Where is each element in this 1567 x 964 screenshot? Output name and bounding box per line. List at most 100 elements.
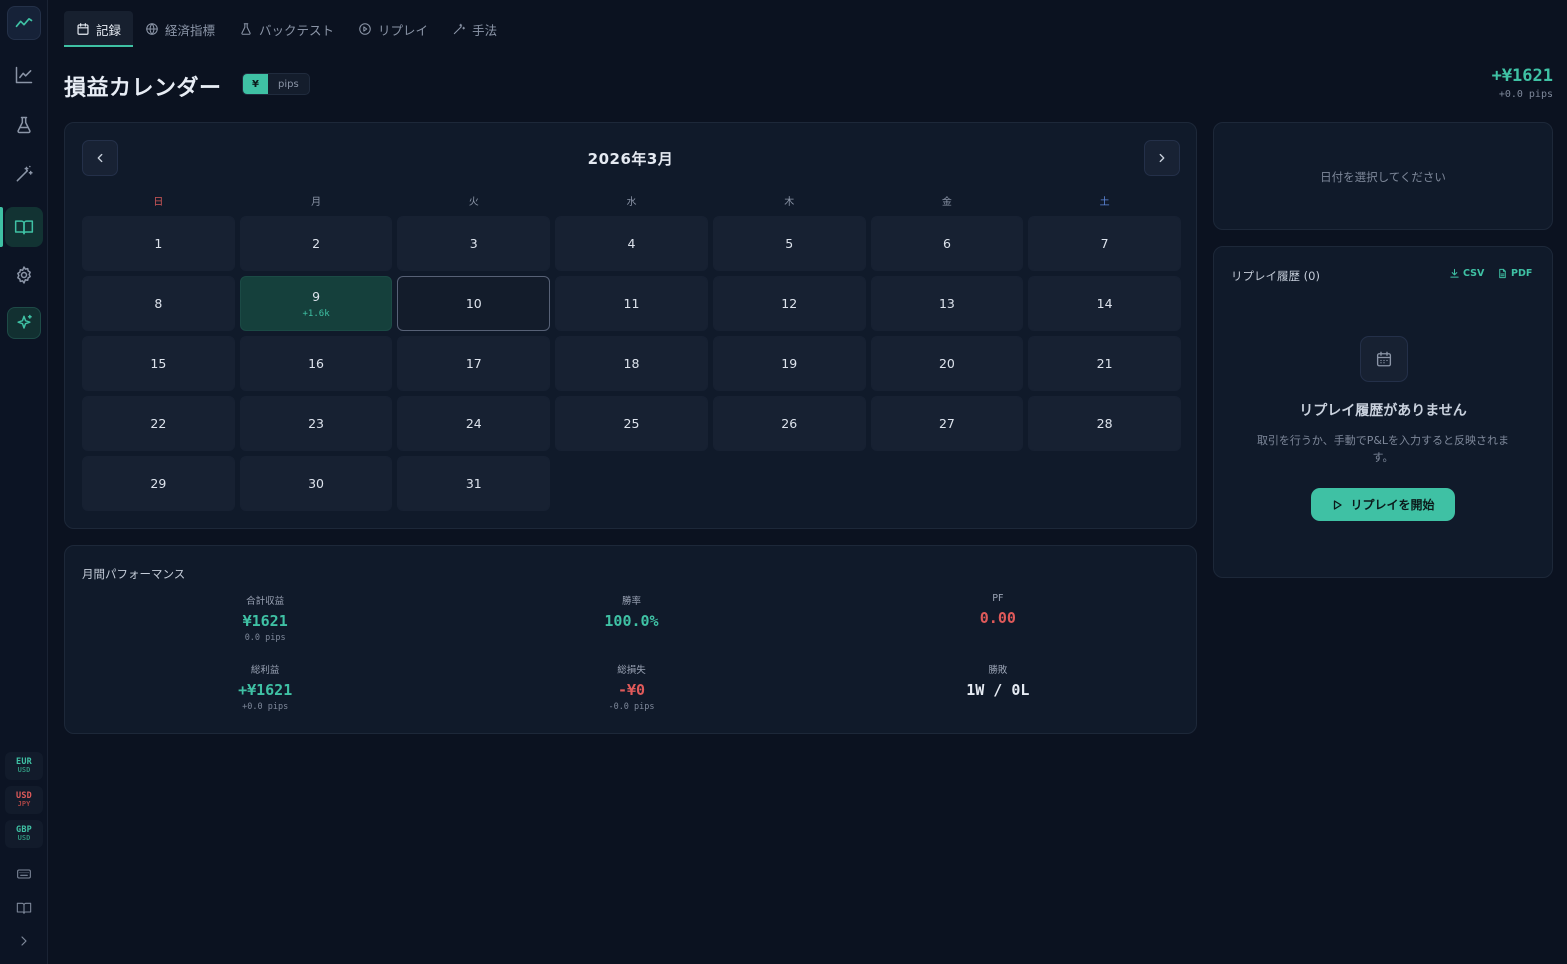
keyboard-icon[interactable] — [12, 862, 36, 886]
export-csv-label: CSV — [1463, 268, 1485, 279]
stat-label: 勝率 — [621, 596, 641, 607]
calendar-day[interactable]: 8 — [82, 276, 235, 331]
calendar-day[interactable]: 4 — [555, 216, 708, 271]
magic-wand-icon[interactable] — [7, 157, 41, 191]
calendar-day[interactable]: 18 — [555, 336, 708, 391]
calendar-day[interactable]: 22 — [82, 396, 235, 451]
journal-book-icon[interactable] — [5, 207, 43, 247]
page-title: 損益カレンダー — [64, 76, 222, 101]
calendar-day[interactable]: 30 — [239, 456, 393, 511]
line-chart-icon[interactable] — [7, 58, 41, 92]
chevron-right-icon — [1159, 153, 1165, 163]
day-number: 17 — [465, 356, 482, 371]
calendar-day[interactable]: 27 — [870, 396, 1024, 451]
pair-quote: JPY — [17, 800, 31, 809]
day-number: 9 — [312, 288, 321, 304]
calendar-day[interactable]: 7 — [1028, 216, 1181, 271]
top-tabs: 記録 経済指標 バックテスト リプレイ 手法 — [64, 11, 509, 47]
calendar-day[interactable]: 15 — [82, 336, 235, 391]
calendar-day[interactable]: 12 — [712, 276, 866, 331]
sparkle-icon[interactable] — [7, 307, 41, 339]
day-number: 3 — [469, 236, 478, 251]
globe-icon — [146, 23, 158, 35]
stat-block: PF 0.00 — [815, 593, 1181, 650]
weekday-label: 土 — [1099, 197, 1110, 208]
tab-backtest[interactable]: バックテスト — [227, 11, 346, 47]
start-replay-button[interactable]: リプレイを開始 — [1311, 488, 1455, 521]
calendar-day[interactable]: 6 — [870, 216, 1024, 271]
calendar-day[interactable]: 31 — [397, 456, 551, 511]
unit-yen-option[interactable]: ¥ — [243, 74, 268, 94]
unit-pips-option[interactable]: pips — [268, 74, 309, 94]
replay-history-title: リプレイ履歴 (0) — [1231, 269, 1320, 283]
select-date-message: 日付を選択してください — [1320, 170, 1446, 184]
calendar-day[interactable]: 2 — [239, 216, 393, 271]
tab-economic-indicators[interactable]: 経済指標 — [133, 11, 227, 47]
stat-block: 総損失 -¥0 -0.0 pips — [448, 662, 814, 719]
pair-gbp-usd[interactable]: GBP USD — [5, 820, 43, 848]
stat-value: 100.0% — [604, 612, 659, 630]
day-number: 14 — [1096, 296, 1113, 311]
calendar-day[interactable]: 16 — [239, 336, 393, 391]
day-number: 20 — [938, 356, 955, 371]
stat-subtext: -0.0 pips — [608, 702, 655, 712]
calendar-month-title: 2026年3月 — [587, 150, 674, 168]
calendar-day[interactable]: 23 — [239, 396, 393, 451]
stat-label: 勝敗 — [988, 665, 1008, 676]
calendar-icon — [77, 23, 89, 35]
calendar-day[interactable]: 21 — [1028, 336, 1181, 391]
stat-label: 合計収益 — [246, 596, 285, 607]
export-pdf-label: PDF — [1511, 268, 1533, 279]
calendar-day[interactable]: 9 +1.6k — [239, 276, 393, 331]
calendar-day[interactable]: 24 — [397, 396, 551, 451]
tab-replay[interactable]: リプレイ — [346, 11, 440, 47]
weekday-label: 火 — [468, 197, 479, 208]
calendar-day[interactable]: 11 — [555, 276, 708, 331]
calendar-day[interactable]: 5 — [712, 216, 866, 271]
calendar-day[interactable]: 14 — [1028, 276, 1181, 331]
performance-title: 月間パフォーマンス — [82, 567, 186, 581]
stat-block: 勝敗 1W / 0L — [815, 662, 1181, 719]
pair-eur-usd[interactable]: EUR USD — [5, 752, 43, 780]
calendar-day[interactable]: 10 — [397, 276, 551, 331]
weekday-label: 木 — [784, 197, 795, 208]
calendar-day[interactable]: 3 — [397, 216, 551, 271]
calendar-day[interactable]: 19 — [712, 336, 866, 391]
calendar-day[interactable]: 28 — [1028, 396, 1181, 451]
play-icon — [1334, 499, 1343, 510]
gear-icon[interactable] — [7, 258, 41, 292]
stat-value: -¥0 — [617, 681, 646, 699]
weekday-label: 水 — [626, 197, 637, 208]
book-open-icon[interactable] — [12, 896, 36, 920]
calendar-day[interactable]: 26 — [712, 396, 866, 451]
chevron-right-icon[interactable] — [12, 929, 36, 953]
day-pl: +1.6k — [302, 308, 330, 319]
calendar-day[interactable]: 17 — [397, 336, 551, 391]
tab-label: 手法 — [472, 22, 498, 38]
tab-record[interactable]: 記録 — [64, 11, 134, 47]
calendar-day[interactable]: 29 — [82, 456, 235, 511]
flask-icon[interactable] — [7, 108, 41, 142]
tab-label: リプレイ — [378, 22, 429, 38]
stat-block: 総利益 +¥1621 +0.0 pips — [82, 662, 448, 719]
tab-method[interactable]: 手法 — [440, 11, 509, 47]
active-indicator — [0, 207, 3, 247]
chart-trend-icon[interactable] — [7, 6, 41, 40]
pair-quote: USD — [17, 834, 31, 843]
day-number: 31 — [465, 476, 482, 491]
calendar-day[interactable]: 25 — [555, 396, 708, 451]
calendar-day[interactable]: 1 — [82, 216, 235, 271]
file-icon — [1499, 268, 1506, 279]
next-month-button[interactable] — [1144, 140, 1180, 176]
weekday-label: 金 — [941, 197, 952, 208]
export-csv-button[interactable]: CSV — [1449, 268, 1484, 279]
calendar-day[interactable]: 20 — [870, 336, 1024, 391]
export-pdf-button[interactable]: PDF — [1497, 268, 1532, 279]
pair-quote: USD — [17, 766, 31, 775]
tab-label: 経済指標 — [165, 22, 216, 38]
pair-usd-jpy[interactable]: USD JPY — [5, 786, 43, 814]
tab-label: バックテスト — [259, 22, 335, 38]
day-number: 2 — [312, 236, 321, 251]
calendar-day[interactable]: 13 — [870, 276, 1024, 331]
total-amount: +¥1621 — [1491, 66, 1553, 86]
